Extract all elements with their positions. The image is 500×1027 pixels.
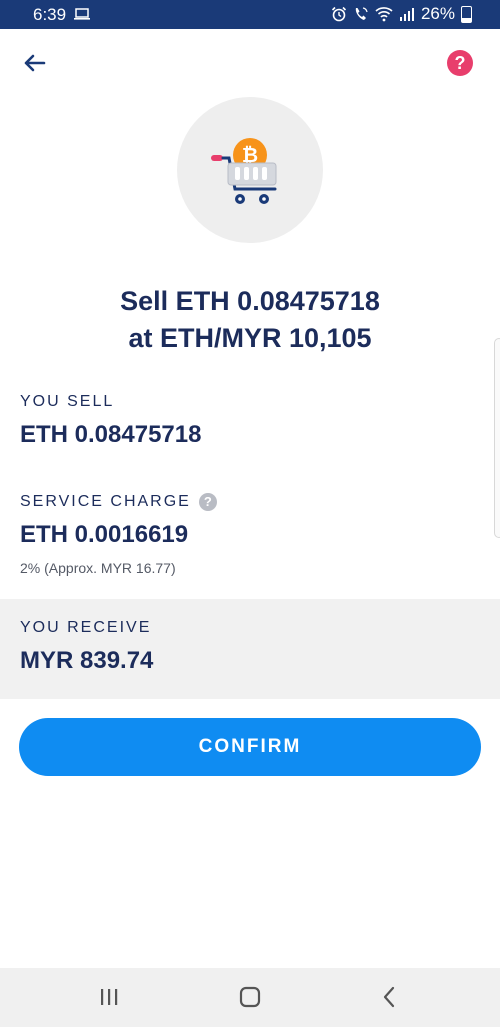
illustration: ₿ <box>177 97 323 243</box>
back-button[interactable] <box>20 48 50 78</box>
you-receive-label: YOU RECEIVE <box>20 619 152 636</box>
confirm-button[interactable]: CONFIRM <box>19 718 481 776</box>
you-sell-value: ETH 0.08475718 <box>20 421 202 448</box>
battery-percentage: 26% <box>420 4 455 23</box>
page-title: Sell ETH 0.08475718 at ETH/MYR 10,105 <box>0 283 500 357</box>
battery-icon <box>461 5 472 23</box>
info-icon[interactable]: ? <box>198 493 217 511</box>
title-line-1: Sell ETH 0.08475718 <box>120 286 380 316</box>
laptop-icon <box>74 8 90 20</box>
home-icon <box>239 986 261 1008</box>
back-icon <box>383 986 395 1008</box>
shopping-cart-bitcoin-icon: ₿ <box>211 138 277 204</box>
alarm-icon <box>331 6 347 22</box>
help-button[interactable]: ? <box>447 50 473 76</box>
edge-panel-handle[interactable] <box>494 338 500 538</box>
service-charge-value: ETH 0.0016619 <box>20 521 189 548</box>
wifi-icon <box>375 7 393 22</box>
service-charge-label: SERVICE CHARGE <box>20 493 191 511</box>
question-icon: ? <box>454 53 466 73</box>
service-charge-label-row: SERVICE CHARGE? <box>20 493 217 511</box>
status-icons: 26% <box>331 4 472 24</box>
recent-apps-button[interactable] <box>94 982 124 1012</box>
title-line-2: at ETH/MYR 10,105 <box>128 323 372 353</box>
home-button[interactable] <box>235 982 265 1012</box>
you-receive-value: MYR 839.74 <box>20 647 154 674</box>
system-nav-bar <box>0 968 500 1027</box>
you-sell-label: YOU SELL <box>20 393 115 410</box>
arrow-left-icon <box>24 54 46 72</box>
wifi-call-icon <box>355 7 368 20</box>
status-time: 6:39 <box>33 5 67 24</box>
recent-apps-icon <box>101 989 118 1005</box>
system-back-button[interactable] <box>375 982 405 1012</box>
status-bar: 6:39 26% <box>0 0 500 29</box>
service-charge-note: 2% (Approx. MYR 16.77) <box>20 560 176 576</box>
signal-icon <box>399 8 414 21</box>
